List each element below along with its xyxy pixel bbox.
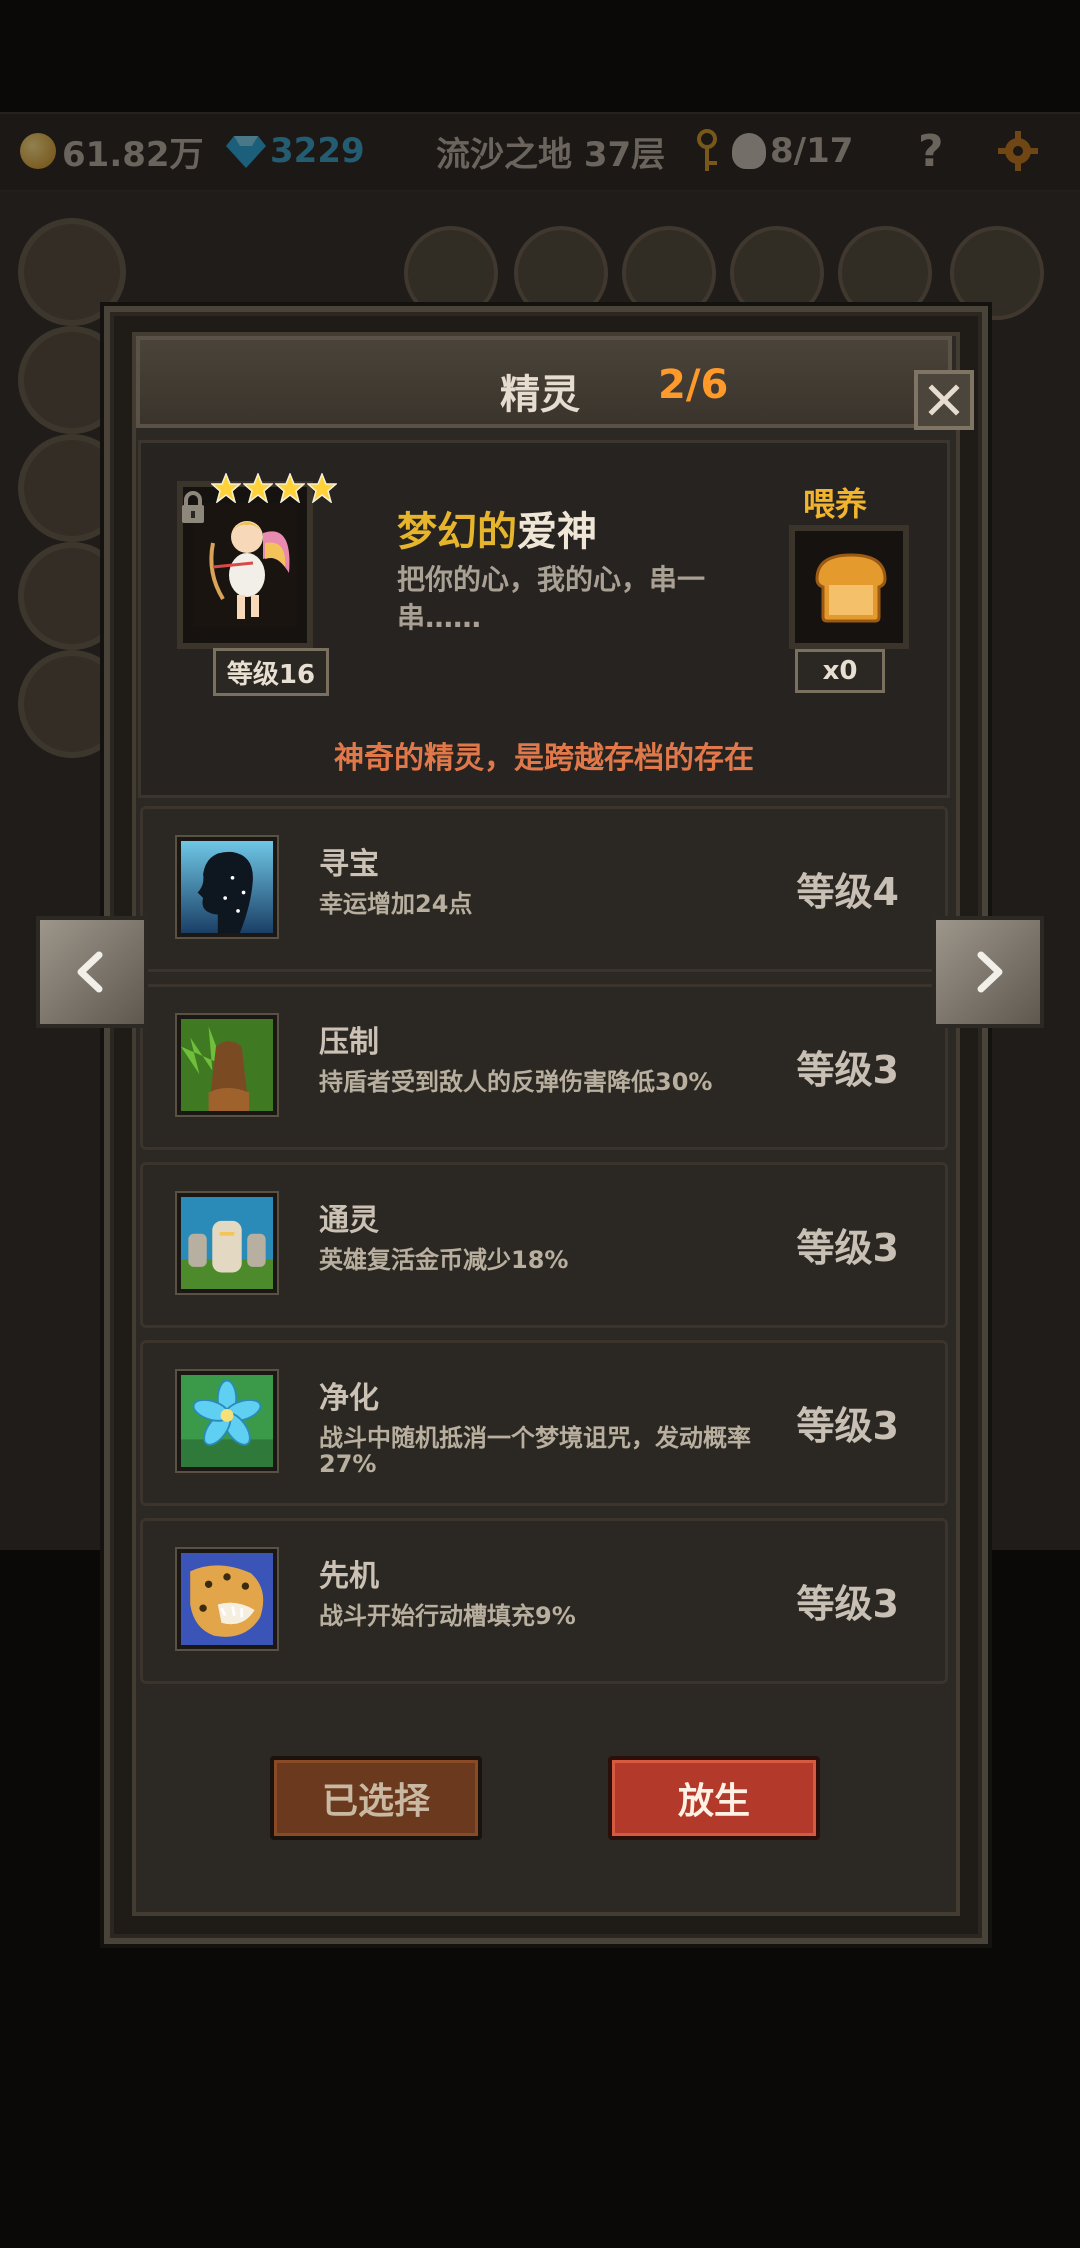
skill-name: 净化 bbox=[319, 1381, 379, 1416]
chevron-left-icon bbox=[77, 951, 103, 993]
next-spirit-button[interactable] bbox=[932, 916, 1044, 1028]
status-bar: 61.82万 3229 流沙之地 37层 8/17 ? bbox=[0, 112, 1080, 192]
gem-icon bbox=[226, 136, 266, 168]
skill-level: 等级3 bbox=[796, 1404, 899, 1448]
skill-row[interactable]: 寻宝 幸运增加24点 等级4 bbox=[140, 806, 948, 972]
skill-name: 通灵 bbox=[319, 1203, 379, 1238]
gem-counter: 3229 bbox=[226, 128, 365, 174]
skill-description: 幸运增加24点 bbox=[319, 890, 473, 918]
lock-icon[interactable] bbox=[179, 491, 207, 525]
skill-row[interactable]: 压制 持盾者受到敌人的反弹伤害降低30% 等级3 bbox=[140, 984, 948, 1150]
skill-row[interactable]: 净化 战斗中随机抵消一个梦境诅咒，发动概率27% 等级3 bbox=[140, 1340, 948, 1506]
modal-title-bar: 精灵 2/6 bbox=[136, 336, 974, 430]
star-icon bbox=[211, 473, 241, 503]
skull-icon bbox=[732, 133, 766, 169]
location-label: 流沙之地 37层 bbox=[436, 134, 666, 175]
gold-value: 61.82万 bbox=[62, 134, 204, 175]
feed-quantity: x0 bbox=[795, 649, 885, 693]
skill-name: 压制 bbox=[319, 1025, 379, 1060]
skill-level: 等级3 bbox=[796, 1226, 899, 1270]
claw-icon bbox=[175, 1013, 279, 1117]
settings-button[interactable] bbox=[996, 128, 1040, 174]
cupid-portrait bbox=[193, 503, 297, 627]
release-button[interactable]: 放生 bbox=[608, 1756, 820, 1840]
spirit-tagline: 神奇的精灵，是跨越存档的存在 bbox=[334, 741, 754, 776]
tombstone-icon bbox=[175, 1191, 279, 1295]
flower-icon bbox=[175, 1369, 279, 1473]
skill-level: 等级3 bbox=[796, 1582, 899, 1626]
close-button[interactable] bbox=[914, 370, 974, 430]
skill-name: 先机 bbox=[319, 1559, 379, 1594]
star-icon bbox=[243, 473, 273, 503]
spirit-modal: 精灵 2/6 等级16 梦幻的爱神 把你的心，我的心，串一串…… 喂养 x0 神… bbox=[104, 306, 988, 1944]
star-rating bbox=[211, 473, 337, 503]
feed-button[interactable] bbox=[789, 525, 909, 649]
skill-name: 寻宝 bbox=[319, 847, 379, 882]
spirit-description: 把你的心，我的心，串一串…… bbox=[397, 563, 706, 634]
leopard-icon bbox=[175, 1547, 279, 1651]
star-icon bbox=[307, 473, 337, 503]
spirit-count: 2/6 bbox=[658, 362, 729, 408]
prev-spirit-button[interactable] bbox=[36, 916, 148, 1028]
chevron-right-icon bbox=[977, 951, 1003, 993]
skill-row[interactable]: 先机 战斗开始行动槽填充9% 等级3 bbox=[140, 1518, 948, 1684]
bread-icon bbox=[815, 553, 887, 623]
treasure-hunt-icon bbox=[175, 835, 279, 939]
gold-counter: 61.82万 bbox=[20, 128, 204, 175]
skill-description: 持盾者受到敌人的反弹伤害降低30% bbox=[319, 1068, 713, 1096]
spirit-name: 梦幻的爱神 bbox=[397, 509, 597, 555]
skill-level: 等级3 bbox=[796, 1048, 899, 1092]
coin-icon bbox=[20, 133, 56, 169]
skill-description: 战斗开始行动槽填充9% bbox=[319, 1602, 576, 1630]
skull-counter: 8/17 bbox=[692, 128, 853, 174]
spirit-info-panel: 等级16 梦幻的爱神 把你的心，我的心，串一串…… 喂养 x0 神奇的精灵，是跨… bbox=[138, 440, 950, 798]
gem-value: 3229 bbox=[270, 131, 365, 171]
skull-progress: 8/17 bbox=[770, 131, 854, 171]
close-icon bbox=[928, 384, 960, 416]
skill-level: 等级4 bbox=[796, 870, 899, 914]
spirit-level-badge: 等级16 bbox=[213, 648, 329, 696]
skill-description: 英雄复活金币减少18% bbox=[319, 1246, 569, 1274]
help-icon: ? bbox=[918, 125, 944, 177]
skill-row[interactable]: 通灵 英雄复活金币减少18% 等级3 bbox=[140, 1162, 948, 1328]
modal-title: 精灵 bbox=[500, 372, 580, 418]
selected-button[interactable]: 已选择 bbox=[270, 1756, 482, 1840]
star-icon bbox=[275, 473, 305, 503]
key-icon bbox=[697, 129, 717, 171]
help-button[interactable]: ? bbox=[918, 125, 944, 177]
feed-label: 喂养 bbox=[803, 485, 868, 523]
gear-icon bbox=[998, 131, 1038, 171]
skill-description: 战斗中随机抵消一个梦境诅咒，发动概率27% bbox=[319, 1424, 751, 1478]
